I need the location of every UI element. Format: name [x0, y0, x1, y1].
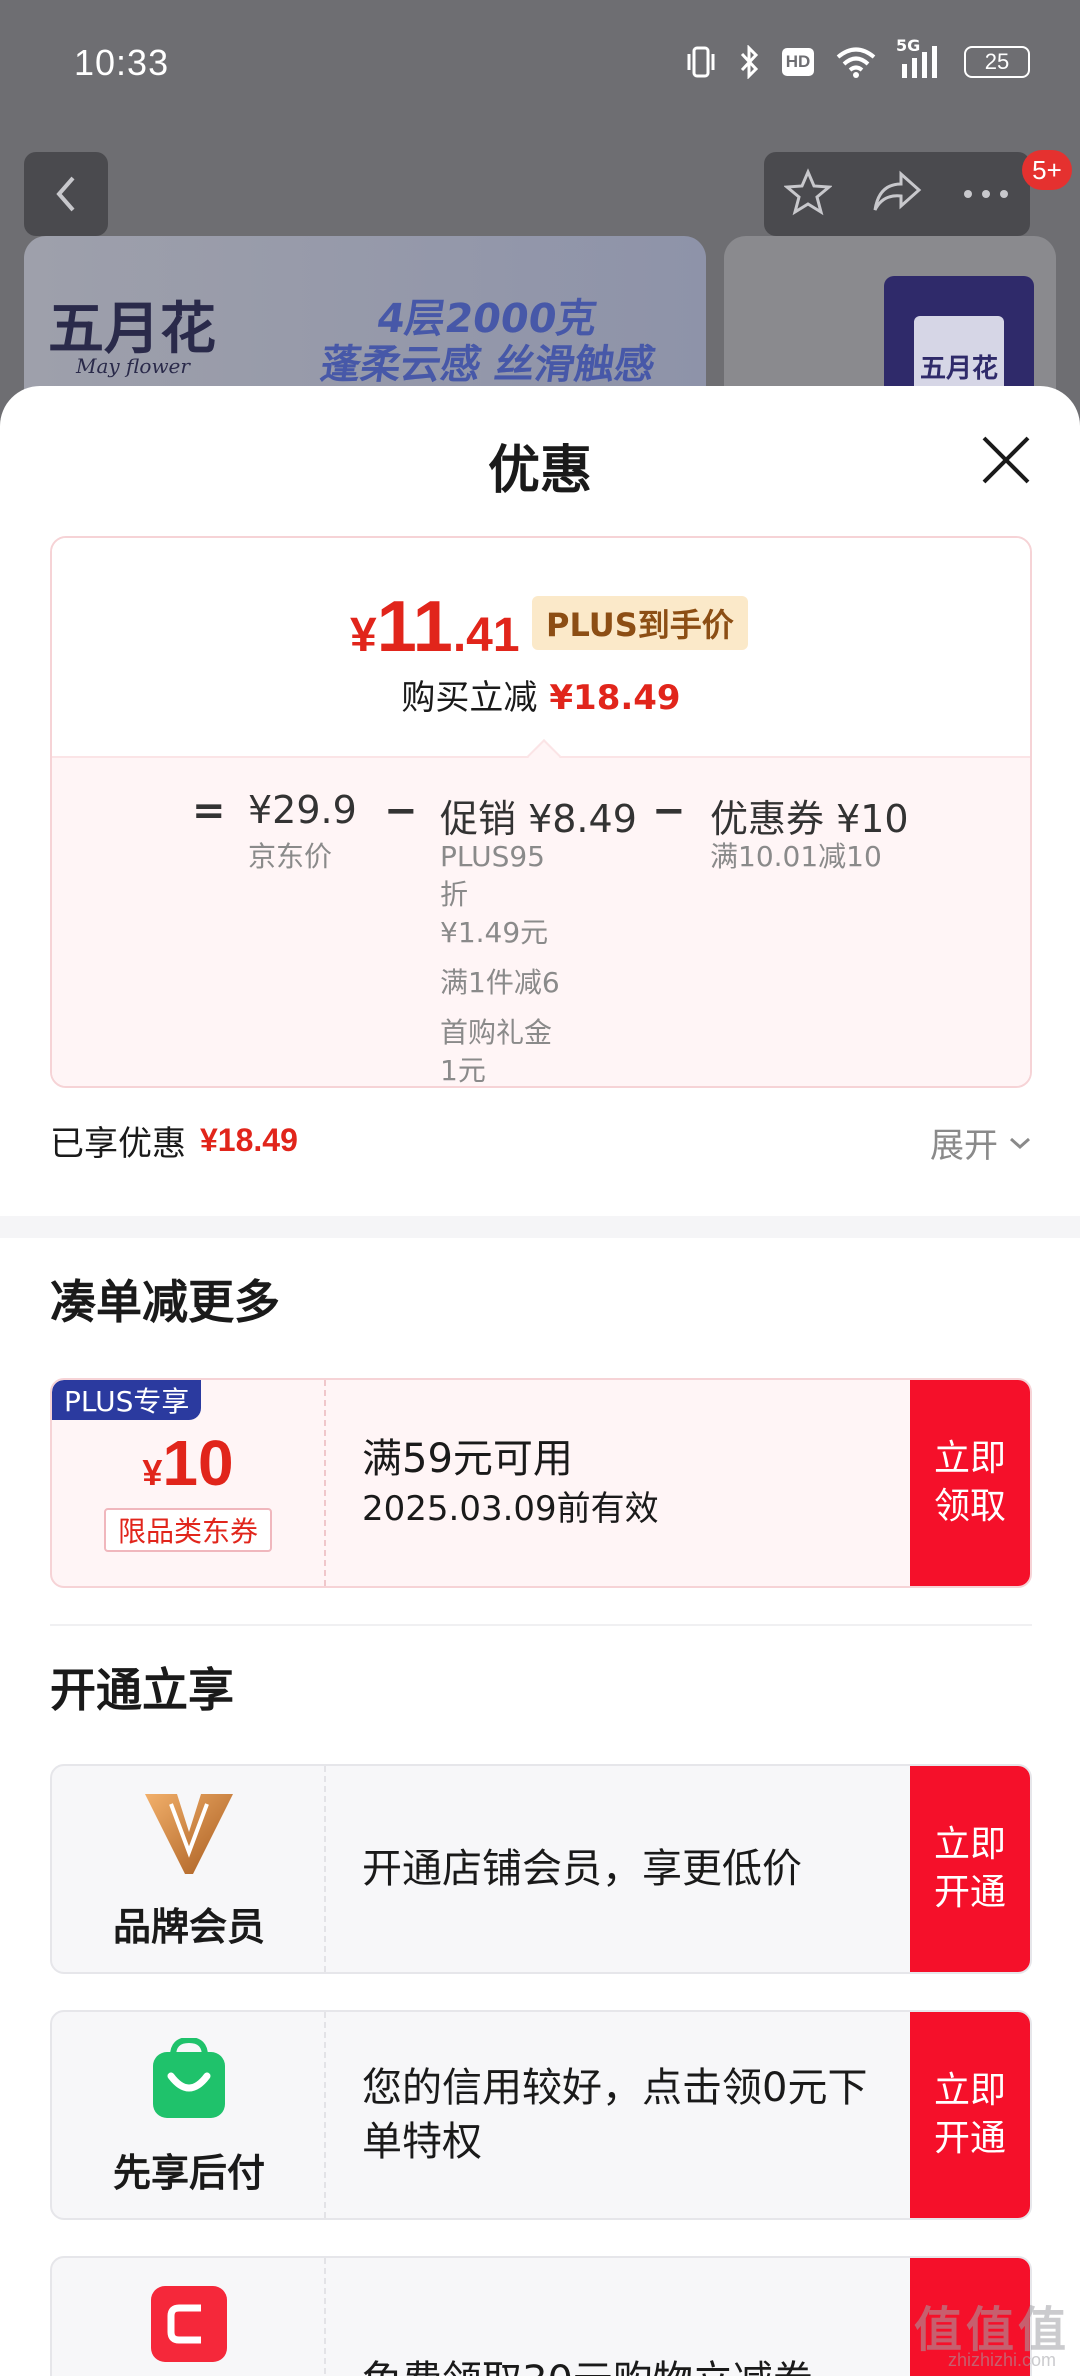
coupon-amount: 优惠券 ¥10 [710, 797, 909, 841]
minus-sign-1: − [384, 788, 418, 834]
hd-icon: HD [782, 48, 814, 76]
reduce-line: 购买立减 ¥18.49 [52, 670, 1030, 719]
plus-coupon-card: PLUS专享 ¥10 限品类东券 满59元可用 2025.03.09前有效 立即… [50, 1378, 1032, 1588]
more-button[interactable] [962, 185, 1010, 204]
plus-exclusive-badge: PLUS专享 [52, 1380, 202, 1420]
chevron-left-icon [56, 176, 75, 212]
back-button[interactable] [24, 152, 108, 236]
promo-detail: 满1件减6 [440, 966, 560, 999]
coupon-amount-number: 10 [162, 1427, 234, 1499]
pay-later-card: 先享后付 您的信用较好，点击领0元下单特权 立即 开通 [50, 2010, 1032, 2220]
brand-logo-sub: May flower [76, 354, 190, 378]
promo-detail: 首购礼金 [440, 1016, 553, 1049]
member-icon-wrap [52, 1792, 326, 1876]
coupon-expiry: 2025.03.09前有效 [362, 1489, 659, 1529]
chevron-down-icon [1010, 1137, 1030, 1149]
sheet-title: 优惠 [487, 441, 592, 501]
share-icon [873, 170, 922, 211]
brand-member-card: 品牌会员 开通店铺会员，享更低价 立即 开通 [50, 1764, 1032, 1974]
promo-details: PLUS95折 ¥1.49元 满1件减6 首购礼金 1元 [440, 838, 570, 1087]
price-breakdown: = ¥29.9 京东价 − 促销 ¥8.49 PLUS95折 ¥1.49元 满1… [52, 756, 1030, 1087]
price-card: ¥11.41 PLUS到手价 购买立减 ¥18.49 = ¥29.9 京东价 − … [50, 536, 1032, 1088]
status-icons: HD 5G 25 [686, 36, 1030, 80]
card-icon [151, 2286, 227, 2362]
enjoyed-discount-row: 已享优惠 ¥18.49 展开 [50, 1108, 1032, 1172]
banner-slogan: 4层2000克 蓬柔云感 丝滑触感 [318, 296, 665, 388]
pay-later-icon [153, 2038, 225, 2118]
share-button[interactable] [871, 168, 923, 220]
bluetooth-icon [738, 45, 760, 79]
open-member-button[interactable]: 立即 开通 [910, 1766, 1030, 1972]
section-title-more: 凑单减更多 [50, 1275, 280, 1329]
coupon-value: ¥10 [52, 1426, 324, 1500]
close-icon [982, 436, 1030, 484]
coupon-limit-tag: 限品类东券 [104, 1508, 273, 1552]
final-price-currency: ¥ [350, 609, 377, 662]
final-price-integer: 11 [376, 587, 453, 667]
top-action-group [764, 152, 1030, 236]
pay-later-left: 先享后付 [52, 2012, 326, 2218]
thin-divider [50, 1624, 1032, 1626]
promo-detail: 1元 [440, 1054, 486, 1087]
card-icon-wrap [52, 2284, 326, 2364]
battery-icon: 25 [964, 46, 1030, 78]
coupon-currency: ¥ [142, 1452, 163, 1493]
member-label: 品牌会员 [112, 1905, 265, 1949]
member-text: 开通店铺会员，享更低价 [362, 1846, 802, 1892]
favorite-button[interactable] [782, 168, 833, 220]
member-left: 品牌会员 [52, 1766, 326, 1972]
status-time: 10:33 [74, 42, 170, 83]
expand-label: 展开 [930, 1126, 998, 1166]
signal-5g-icon: 5G [896, 36, 942, 78]
slogan-line-2: 蓬柔云感 丝滑触感 [317, 342, 658, 388]
promo-detail: ¥1.49元 [440, 916, 549, 949]
brand-member-icon [145, 1794, 233, 1874]
pay-later-icon-wrap [52, 2038, 326, 2120]
section-divider [0, 1216, 1080, 1238]
price-summary: ¥11.41 PLUS到手价 购买立减 ¥18.49 [52, 538, 1030, 756]
more-dots-icon [964, 189, 1009, 198]
final-price: ¥11.41 [350, 586, 520, 668]
discount-sheet: 优惠 ¥11.41 PLUS到手价 购买立减 ¥18.49 = ¥29.9 京东价… [0, 386, 1080, 2376]
watermark-sub: zhizhizhi.com [947, 2350, 1056, 2370]
coupon-condition: 满59元可用 [362, 1436, 573, 1482]
coupon-detail: 满10.01减10 [710, 840, 882, 873]
minus-sign-2: − [652, 788, 686, 834]
pay-later-label: 先享后付 [112, 2151, 265, 2195]
enjoyed-label: 已享优惠 [50, 1123, 186, 1164]
shopping-text: 免费领取30元购物立减券 [362, 2328, 902, 2376]
enjoyed-value: ¥18.49 [200, 1121, 298, 1158]
brand-logo: 五月花 [48, 296, 216, 362]
jd-price-label: 京东价 [248, 840, 333, 873]
pay-later-text: 您的信用较好，点击领0元下单特权 [362, 2065, 868, 2165]
slogan-line-1: 4层2000克 [374, 296, 600, 342]
cart-badge: 5+ [1022, 150, 1072, 190]
close-button[interactable] [976, 430, 1036, 490]
status-bar: 10:33 HD 5G 25 [0, 0, 1080, 120]
star-icon [782, 168, 833, 216]
jd-price: ¥29.9 [248, 788, 357, 832]
shopping-coupon-card: 免费领取30元购物立减券 立即 [50, 2256, 1032, 2376]
coupon-left: PLUS专享 ¥10 限品类东券 [52, 1380, 326, 1586]
network-label: 5G [896, 36, 921, 55]
coupon-info: 满59元可用 2025.03.09前有效 [362, 1380, 902, 1586]
wifi-icon [836, 46, 876, 78]
plus-price-tag: PLUS到手价 [532, 596, 748, 650]
equal-sign: = [192, 788, 226, 834]
final-price-decimal: .41 [452, 609, 520, 662]
promo-amount: 促销 ¥8.49 [440, 797, 637, 841]
reduce-value: ¥18.49 [549, 678, 681, 718]
claim-coupon-button[interactable]: 立即 领取 [910, 1380, 1030, 1586]
reduce-label: 购买立减 [401, 678, 538, 718]
open-pay-later-button[interactable]: 立即 开通 [910, 2012, 1030, 2218]
vibrate-icon [686, 44, 716, 80]
section-title-open: 开通立享 [50, 1663, 234, 1717]
shopping-left [52, 2258, 326, 2376]
expand-button[interactable]: 展开 [930, 1118, 1032, 1167]
promo-detail: PLUS95折 [440, 840, 545, 911]
